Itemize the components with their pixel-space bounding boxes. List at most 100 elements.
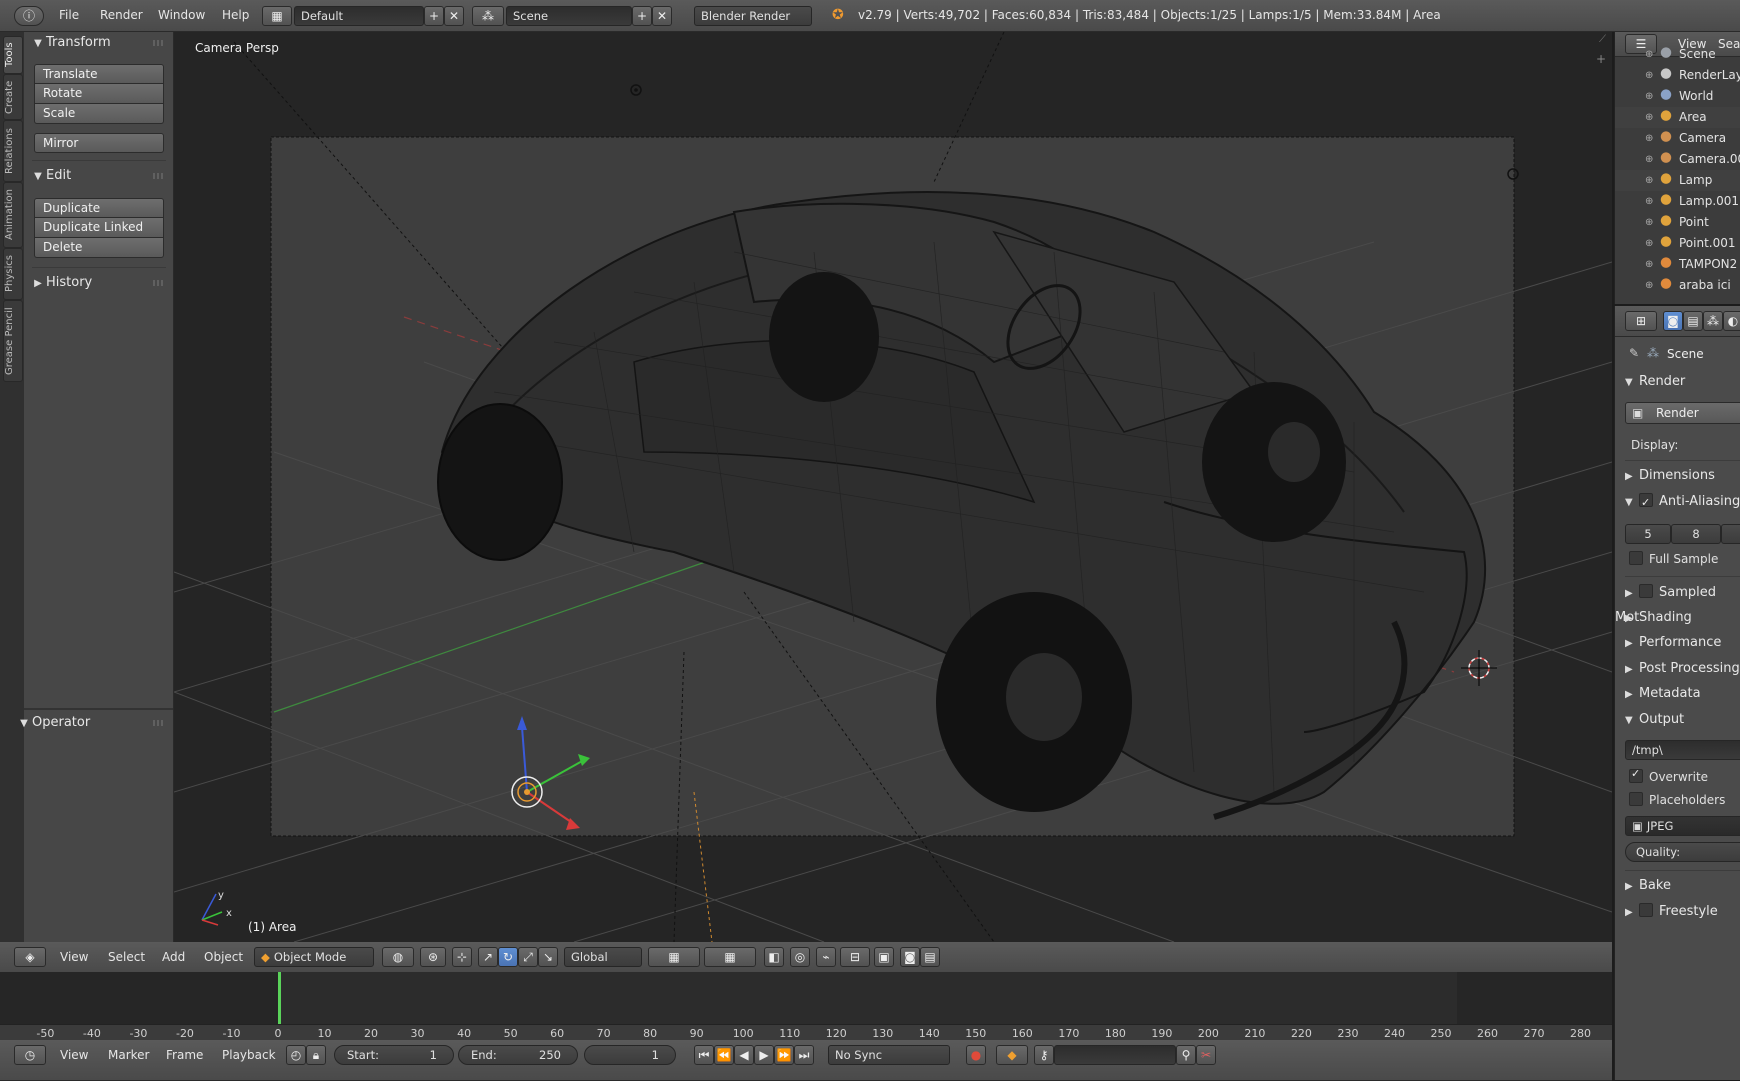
add-region-icon[interactable]: + (1596, 52, 1606, 66)
timeline-menu-playback[interactable]: Playback (222, 1040, 276, 1070)
tab-physics[interactable]: Physics (3, 248, 23, 300)
record-keyframe-icon[interactable]: ● (966, 1045, 986, 1065)
drag-grip-icon[interactable] (153, 280, 165, 286)
drag-grip-icon[interactable] (153, 173, 165, 179)
tab-animation[interactable]: Animation (3, 182, 23, 248)
current-frame-indicator[interactable] (278, 972, 281, 1026)
layout-remove-icon[interactable]: ✕ (444, 6, 464, 26)
outliner-row[interactable]: ⊕ Camera (1615, 128, 1740, 149)
expand-plus-icon[interactable]: ⊕ (1645, 86, 1653, 107)
render-panel-header[interactable]: ▼ Render (1615, 370, 1740, 394)
freestyle-panel-header[interactable]: ▶ Freestyle (1615, 900, 1740, 924)
outliner-row[interactable]: ⊕ Point.001 (1615, 233, 1740, 254)
outliner-row[interactable]: ⊕ Scene (1615, 44, 1740, 65)
current-frame-field[interactable]: 1 (584, 1045, 676, 1065)
full-sample-checkbox[interactable] (1629, 551, 1643, 565)
expand-plus-icon[interactable]: ⊕ (1645, 128, 1653, 149)
expand-plus-icon[interactable]: ⊕ (1645, 233, 1653, 254)
manipulator-toggle-icon[interactable]: ⊹ (452, 947, 472, 967)
duplicate-button[interactable]: Duplicate (34, 198, 164, 218)
delete-keyframe-icon[interactable]: ✂ (1196, 1045, 1216, 1065)
keying-set-icon[interactable]: ◆ (996, 1045, 1028, 1065)
expand-plus-icon[interactable]: ⊕ (1645, 191, 1653, 212)
translate-manipulator-icon[interactable]: ↗ (478, 947, 498, 967)
play-reverse-icon[interactable]: ◀ (734, 1045, 754, 1065)
pivot-point-icon[interactable]: ⊛ (420, 947, 446, 967)
expand-plus-icon[interactable]: ⊕ (1645, 212, 1653, 233)
snap-manipulator-icon[interactable]: ↘ (538, 947, 558, 967)
preview-range-icon[interactable]: ◴ (286, 1045, 306, 1065)
outliner-row[interactable]: ⊕ Lamp (1615, 170, 1740, 191)
menu-render[interactable]: Render (100, 0, 143, 30)
viewport-shading-icon[interactable]: ◍ (382, 947, 414, 967)
scene-icon[interactable]: ⁂ (472, 6, 504, 26)
properties-editor-icon[interactable]: ⊞ (1625, 311, 1657, 331)
scene-field[interactable]: Scene (506, 6, 632, 26)
menu-help[interactable]: Help (222, 0, 249, 30)
render-button[interactable]: ▣ Render (1625, 402, 1740, 424)
play-icon[interactable]: ▶ (754, 1045, 774, 1065)
output-path-field[interactable]: /tmp\ (1625, 740, 1740, 760)
layer-buttons-grid-icon[interactable]: ▦ (648, 947, 700, 967)
overwrite-checkbox[interactable] (1629, 767, 1643, 783)
layout-add-icon[interactable]: + (424, 6, 444, 26)
freestyle-checkbox[interactable] (1639, 903, 1653, 917)
3d-menu-add[interactable]: Add (162, 942, 185, 972)
rotate-button[interactable]: Rotate (34, 84, 164, 104)
pin-icon[interactable]: ✎ (1629, 346, 1639, 360)
timeline-menu-frame[interactable]: Frame (166, 1040, 203, 1070)
outliner-row[interactable]: ⊕ Area (1615, 107, 1740, 128)
panel-transform-header[interactable]: ▼ Transform (24, 32, 173, 54)
render-tab-icon[interactable]: ◙ (1663, 311, 1683, 331)
3d-viewport[interactable]: Camera Persp y x (1) Area ⟋ + (174, 32, 1612, 942)
expand-plus-icon[interactable]: ⊕ (1645, 149, 1653, 170)
panel-edit-header[interactable]: ▼ Edit (24, 165, 173, 187)
mirror-button[interactable]: Mirror (34, 133, 164, 153)
shading-panel-header[interactable]: ▶ Shading (1615, 606, 1740, 630)
aa-samples-8[interactable]: 8 (1671, 524, 1721, 544)
jump-to-keyframe-back-icon[interactable]: ⏪ (714, 1045, 734, 1065)
sync-mode-select[interactable]: No Sync (828, 1045, 950, 1065)
layout-field[interactable]: Default (294, 6, 424, 26)
delete-button[interactable]: Delete (34, 238, 164, 258)
render-animation-icon[interactable]: ▤ (920, 947, 940, 967)
expand-plus-icon[interactable]: ⊕ (1645, 170, 1653, 191)
panel-history-header[interactable]: ▶ History (24, 272, 173, 294)
layout-icon[interactable]: ▦ (262, 6, 292, 26)
transform-orientation-select[interactable]: Global (564, 947, 642, 967)
performance-panel-header[interactable]: ▶ Performance (1615, 631, 1740, 655)
tab-create[interactable]: Create (3, 74, 23, 120)
expand-plus-icon[interactable]: ⊕ (1645, 65, 1653, 86)
menu-file[interactable]: File (59, 0, 79, 30)
insert-keyframe-icon[interactable]: ⚲ (1176, 1045, 1196, 1065)
tab-tools[interactable]: Tools (3, 36, 23, 74)
outliner-row[interactable]: ⊕ araba ici (1615, 275, 1740, 296)
outliner-row[interactable]: ⊕ Camera.00 (1615, 149, 1740, 170)
overwrite-row[interactable]: Overwrite (1629, 767, 1708, 784)
metadata-panel-header[interactable]: ▶ Metadata (1615, 682, 1740, 706)
3d-menu-view[interactable]: View (60, 942, 88, 972)
file-format-select[interactable]: ▣ JPEG (1625, 816, 1740, 836)
end-frame-field[interactable]: End: 250 (458, 1045, 578, 1065)
info-editor-icon[interactable]: ⓘ (14, 6, 44, 26)
menu-window[interactable]: Window (158, 0, 205, 30)
timeline-menu-view[interactable]: View (60, 1040, 88, 1070)
drag-grip-icon[interactable] (153, 40, 165, 46)
opengl-render-icon[interactable]: ▣ (874, 947, 894, 967)
world-tab-icon[interactable]: ◐ (1723, 311, 1740, 331)
outliner-row[interactable]: ⊕ TAMPON2 (1615, 254, 1740, 275)
placeholders-row[interactable]: Placeholders (1629, 792, 1725, 807)
timeline-menu-marker[interactable]: Marker (108, 1040, 149, 1070)
keying-set-field[interactable] (1054, 1045, 1176, 1065)
render-layers-tab-icon[interactable]: ▤ (1683, 311, 1703, 331)
drag-grip-icon[interactable] (153, 720, 165, 726)
scale-button[interactable]: Scale (34, 104, 164, 124)
timeline-editor-icon[interactable]: ◷ (14, 1045, 46, 1065)
expand-plus-icon[interactable]: ⊕ (1645, 44, 1653, 65)
placeholders-checkbox[interactable] (1629, 792, 1643, 806)
render-still-icon[interactable]: ◙ (900, 947, 920, 967)
lock-range-icon[interactable]: 🔒︎ (306, 1045, 326, 1065)
jump-to-start-icon[interactable]: ⏮ (694, 1045, 714, 1065)
aa-samples-5[interactable]: 5 (1625, 524, 1671, 544)
aa-samples-more[interactable] (1721, 524, 1740, 544)
